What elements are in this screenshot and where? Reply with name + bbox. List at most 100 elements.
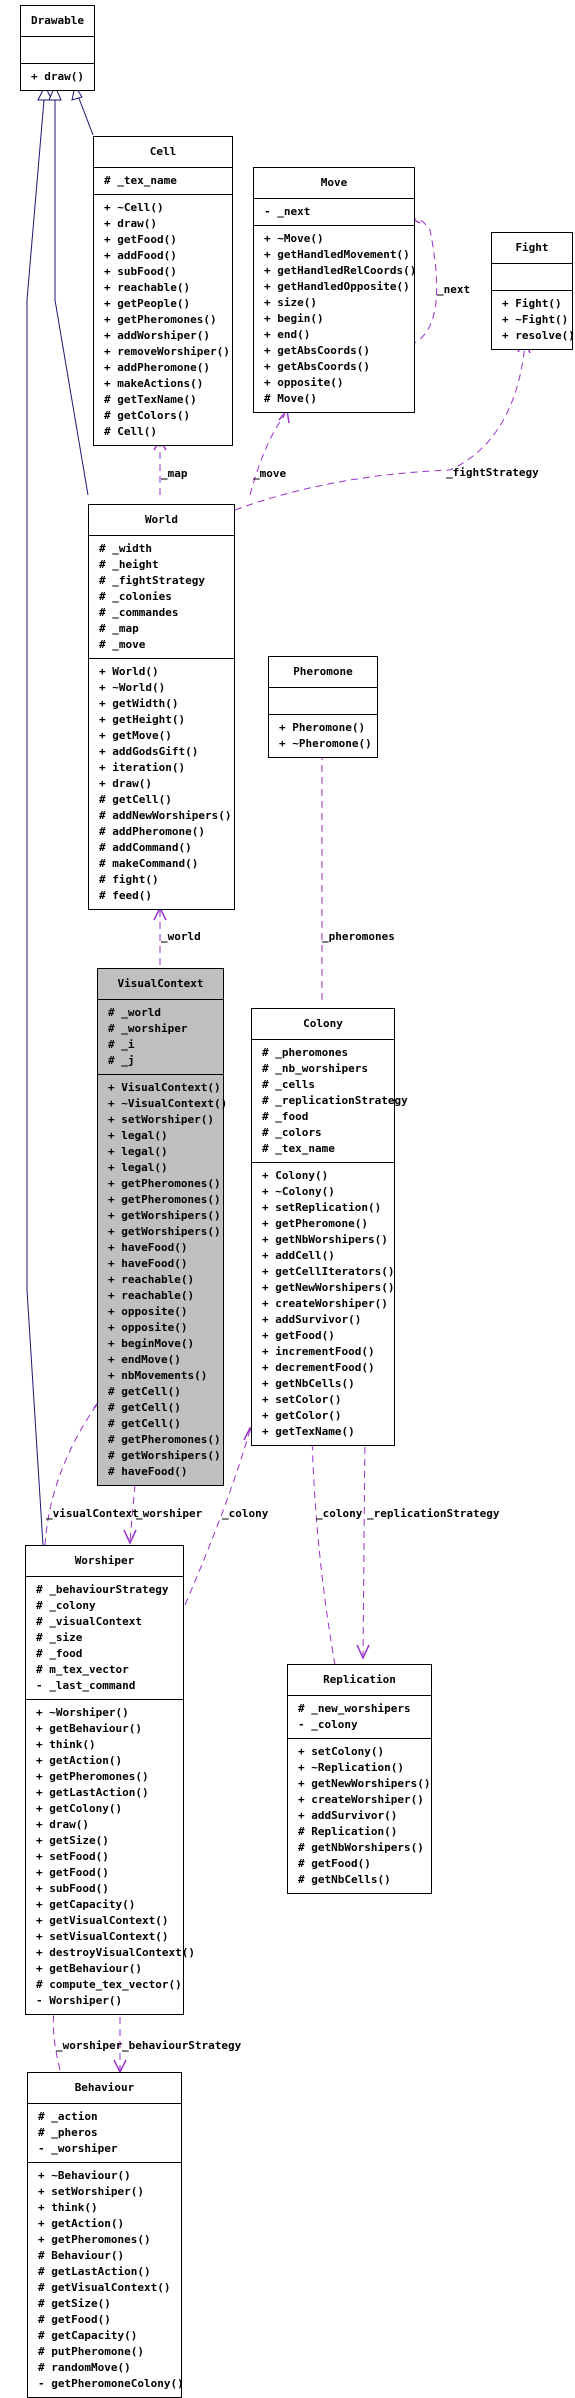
method-item: # putPheromone() [38, 2345, 144, 2358]
methods-section: + Colony() + ~Colony() + setReplication() +… [252, 1163, 394, 1445]
class-worshiper[interactable]: Worshiper # _behaviourStrategy # _colony #… [25, 1545, 195, 2015]
method-item: + getNewWorshipers() [298, 1777, 431, 1790]
method-item: # compute_tex_vector() [36, 1978, 182, 1991]
edge-label-pheromones: _pheromones [322, 930, 395, 943]
edge-label-move: _move [253, 467, 287, 480]
method-item: + setColor() [262, 1393, 342, 1406]
class-name: World [89, 505, 234, 536]
method-item: + Pheromone() [279, 721, 366, 734]
edge-replication [362, 1434, 366, 1656]
method-item: + setFood() [36, 1850, 109, 1863]
class-name: Pheromone [269, 657, 377, 688]
class-replication[interactable]: Replication # _new_worshipers - _colony +… [287, 1664, 432, 1894]
method-item: + createWorshiper() [262, 1297, 388, 1310]
method-item: + getTexName() [262, 1425, 355, 1438]
method-item: # makeCommand() [99, 857, 199, 870]
attribute-item: # _map [99, 622, 139, 635]
class-colony[interactable]: Colony # _pheromones # _nb_worshipers # _c… [251, 1008, 408, 1446]
class-name: Move [254, 168, 414, 199]
attribute-item: # _colors [262, 1126, 322, 1139]
method-item: # addCommand() [99, 841, 192, 854]
method-item: + World() [99, 665, 159, 678]
method-item: + draw() [99, 777, 152, 790]
methods-section: + VisualContext() + ~VisualContext() + set… [98, 1075, 228, 1485]
method-item: + getFood() [104, 233, 177, 246]
method-item: + opposite() [108, 1321, 188, 1334]
method-item: + getAction() [38, 2217, 125, 2230]
method-item: # getLastAction() [38, 2265, 151, 2278]
method-item: # Replication() [298, 1825, 398, 1838]
method-item: # randomMove() [38, 2361, 131, 2374]
method-item: + getPeople() [104, 297, 191, 310]
methods-section: + draw() [21, 64, 94, 90]
class-behaviour[interactable]: Behaviour # _action # _pheros - _worshiper… [27, 2072, 184, 2398]
method-item: + haveFood() [108, 1257, 188, 1270]
method-item: + beginMove() [108, 1337, 195, 1350]
attributes-section: # _behaviourStrategy # _colony # _visualCo… [26, 1577, 183, 1700]
method-item: + getHandledOpposite() [264, 280, 410, 293]
method-item: # feed() [99, 889, 152, 902]
method-item: + removeWorshiper() [104, 345, 230, 358]
class-move[interactable]: Move - _next + ~Move() + getHandledMoveme… [253, 167, 416, 413]
method-item: + think() [38, 2201, 98, 2214]
method-item: + getLastAction() [36, 1786, 149, 1799]
class-name: VisualContext [98, 969, 223, 1000]
method-item: + ~Move() [264, 232, 324, 245]
method-item: + ~Worshiper() [36, 1706, 129, 1719]
class-name: Cell [94, 137, 232, 168]
attribute-item: # _worshiper [108, 1022, 188, 1035]
method-item: + getWidth() [99, 697, 179, 710]
attribute-item: # _pheromones [262, 1046, 349, 1059]
method-item: + getVisualContext() [36, 1914, 169, 1927]
class-world[interactable]: World # _width # _height # _fightStrategy #… [88, 504, 235, 910]
attributes-section [492, 264, 572, 291]
attribute-item: # _behaviourStrategy [36, 1583, 169, 1596]
method-item: + getNewWorshipers() [262, 1281, 395, 1294]
method-item: # getFood() [38, 2313, 111, 2326]
attribute-item: # _size [36, 1631, 83, 1644]
attributes-section [269, 688, 377, 715]
method-item: + endMove() [108, 1353, 181, 1366]
class-pheromone[interactable]: Pheromone + Pheromone() + ~Pheromone() [268, 656, 378, 758]
class-visualcontext[interactable]: VisualContext # _world # _worshiper # _i # … [97, 968, 228, 1486]
method-item: # addNewWorshipers() [99, 809, 232, 822]
method-item: + addGodsGift() [99, 745, 199, 758]
attributes-section: # _new_worshipers - _colony [288, 1696, 431, 1739]
inherit-world-drawable [54, 88, 89, 496]
method-item: + nbMovements() [108, 1369, 208, 1382]
method-item: # getCell() [108, 1385, 181, 1398]
method-item: + legal() [108, 1161, 168, 1174]
method-item: + getBehaviour() [36, 1722, 142, 1735]
edge-label-worshiper: _worshiper [136, 1507, 203, 1520]
method-item: # getCell() [99, 793, 172, 806]
method-item: + subFood() [36, 1882, 109, 1895]
class-cell[interactable]: Cell # _tex_name + ~Cell() + draw() + getF… [93, 136, 233, 446]
class-name: Worshiper [26, 1546, 183, 1577]
attribute-item: # _move [99, 638, 146, 651]
method-item: + getMove() [99, 729, 172, 742]
method-item: # fight() [99, 873, 159, 886]
attribute-item: # _visualContext [36, 1615, 142, 1628]
attribute-item: # _i [108, 1038, 135, 1051]
method-item: # getNbCells() [298, 1873, 391, 1886]
attribute-item: # _tex_name [262, 1142, 335, 1155]
inheritance-edges [26, 84, 94, 1546]
method-item: + ~Cell() [104, 201, 164, 214]
attributes-section [21, 37, 94, 64]
edge-label-map: _map [161, 467, 188, 480]
method-item: # addPheromone() [99, 825, 205, 838]
class-name: Drawable [21, 6, 94, 37]
method-item: + ~VisualContext() [108, 1097, 228, 1110]
method-item: + addFood() [104, 249, 177, 262]
methods-section: + ~Move() + getHandledMovement() + getHand… [254, 226, 416, 412]
attribute-item: # _action [38, 2110, 98, 2123]
class-fight[interactable]: Fight + Fight() + ~Fight() + resolve() [491, 232, 575, 350]
method-item: - Worshiper() [36, 1994, 123, 2007]
method-item: # getNbWorshipers() [298, 1841, 424, 1854]
attribute-item: # _colonies [99, 590, 172, 603]
method-item: # getTexName() [104, 393, 197, 406]
method-item: # getVisualContext() [38, 2281, 171, 2294]
class-drawable[interactable]: Drawable + draw() [20, 5, 95, 91]
method-item: + addSurvivor() [298, 1809, 398, 1822]
method-item: + setReplication() [262, 1201, 382, 1214]
